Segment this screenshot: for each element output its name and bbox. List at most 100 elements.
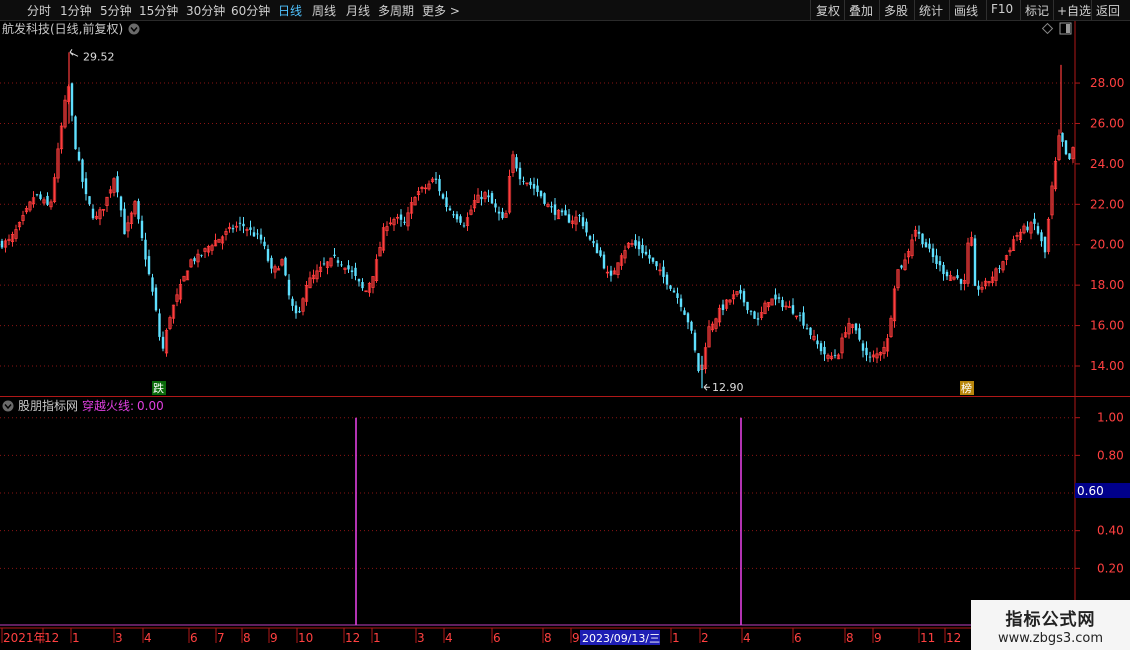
action-button-0[interactable]: 复权 <box>816 2 840 19</box>
candle-body <box>70 83 74 116</box>
candle <box>161 331 165 352</box>
title-dropdown-circle[interactable] <box>128 23 140 35</box>
action-button-7[interactable]: +自选 <box>1057 2 1091 19</box>
candle-body <box>193 258 196 262</box>
candlestick-chart[interactable]: 14.00 16.00 18.00 20.00 22.00 24.00 26.00 28.00… <box>0 21 1130 397</box>
candle-body <box>651 257 655 262</box>
candle <box>651 257 655 264</box>
candle-body <box>861 343 865 351</box>
period-toolbar: 分时 1分钟 5分钟 15分钟 30分钟 60分钟 日线 周线 月线 多周期 更多 > 复权 叠加 多股统… <box>0 0 1130 21</box>
candle-body <box>781 300 784 308</box>
candle-body <box>655 261 658 267</box>
candle <box>494 199 497 213</box>
action-button-5[interactable]: F10 <box>991 2 1013 16</box>
date-tick-label: 10 <box>298 631 313 645</box>
period-tab-7[interactable]: 周线 <box>312 2 336 19</box>
price-tick-label: 24.00 <box>1090 157 1124 171</box>
candle <box>1046 217 1051 255</box>
action-button-4[interactable]: 画线 <box>954 2 978 19</box>
action-button-8[interactable]: 返回 <box>1096 2 1120 19</box>
candle-body <box>298 311 301 313</box>
candle <box>746 301 749 314</box>
candle-body <box>361 282 364 289</box>
title-dropdown-icon[interactable] <box>128 23 140 35</box>
toolbar-divider <box>914 0 915 20</box>
candle-body <box>445 197 448 208</box>
indicator-collapse-icon[interactable] <box>2 400 14 412</box>
candle <box>749 310 753 316</box>
candle <box>311 269 316 284</box>
candle <box>1040 229 1043 247</box>
candle-body <box>515 157 518 169</box>
candle <box>753 310 756 319</box>
period-tab-4[interactable]: 30分钟 <box>186 2 225 19</box>
layout-toggle-fill[interactable] <box>1066 24 1070 33</box>
candle-body <box>84 178 88 195</box>
period-tab-3[interactable]: 15分钟 <box>139 2 178 19</box>
candle-body <box>532 183 536 189</box>
candle-body <box>388 222 393 225</box>
indicator-chart[interactable]: 0.200.400.600.801.00股朋指标网穿越火线:0.000.60 <box>0 397 1130 627</box>
candle <box>213 233 218 247</box>
period-tab-2[interactable]: 5分钟 <box>100 2 132 19</box>
action-button-3[interactable]: 统计 <box>919 2 943 19</box>
candle <box>731 290 736 305</box>
candle <box>878 351 883 362</box>
period-tab-5[interactable]: 60分钟 <box>231 2 270 19</box>
candle <box>850 323 855 334</box>
period-tab-10[interactable]: 更多 > <box>422 2 460 19</box>
candle <box>697 353 700 373</box>
signal-marker-right[interactable]: 榜 <box>960 381 974 395</box>
cursor-date-text: 2023/09/13/三 <box>582 632 660 645</box>
candle <box>787 300 792 308</box>
candle <box>574 210 578 232</box>
period-tab-6[interactable]: 日线 <box>278 2 302 19</box>
candle-body <box>252 232 256 237</box>
candle <box>158 308 161 341</box>
candle <box>626 241 631 250</box>
signal-marker-left[interactable]: 跌 <box>152 381 166 395</box>
candle-body <box>357 278 361 282</box>
action-button-6[interactable]: 标记 <box>1025 2 1049 19</box>
candle-body <box>798 314 802 316</box>
candle <box>63 95 67 129</box>
indicator-collapse-circle[interactable] <box>2 400 14 412</box>
candle-body <box>585 221 588 233</box>
period-tab-9[interactable]: 多周期 <box>378 2 414 19</box>
candle <box>140 215 144 242</box>
candle <box>994 267 998 287</box>
candle-body <box>490 193 494 204</box>
action-button-1[interactable]: 叠加 <box>849 2 873 19</box>
candle <box>7 234 11 245</box>
candle <box>46 192 49 207</box>
candle-body <box>543 193 546 204</box>
candle-body <box>518 167 522 180</box>
period-tab-1[interactable]: 1分钟 <box>60 2 92 19</box>
candle-body <box>924 242 928 248</box>
candle-body <box>1043 236 1047 253</box>
signal-marker-left-text[interactable]: 跌 <box>153 381 164 395</box>
candle-body <box>665 274 669 285</box>
candle <box>347 260 350 274</box>
candle-body <box>683 310 686 315</box>
signal-marker-right-text[interactable]: 榜 <box>961 381 972 395</box>
low-price-label: 12.90 <box>712 381 744 394</box>
layout-toggle-icon[interactable] <box>1059 22 1072 35</box>
candle <box>959 278 963 291</box>
indicator-line-name: 穿越火线: <box>82 398 134 413</box>
candle <box>39 191 42 201</box>
diamond-icon[interactable] <box>1041 22 1054 35</box>
period-tab-0[interactable]: 分时 <box>27 2 51 19</box>
candle-body <box>550 206 553 208</box>
period-tab-8[interactable]: 月线 <box>346 2 370 19</box>
candle-body <box>336 260 340 263</box>
action-button-2[interactable]: 多股 <box>884 2 908 19</box>
candle <box>74 115 77 150</box>
candle <box>766 301 771 311</box>
candle-body <box>423 187 428 190</box>
candle <box>112 177 116 197</box>
candle <box>847 317 851 339</box>
candle-body <box>658 269 662 272</box>
candle <box>973 234 977 287</box>
diamond-icon-shape[interactable] <box>1041 22 1054 35</box>
